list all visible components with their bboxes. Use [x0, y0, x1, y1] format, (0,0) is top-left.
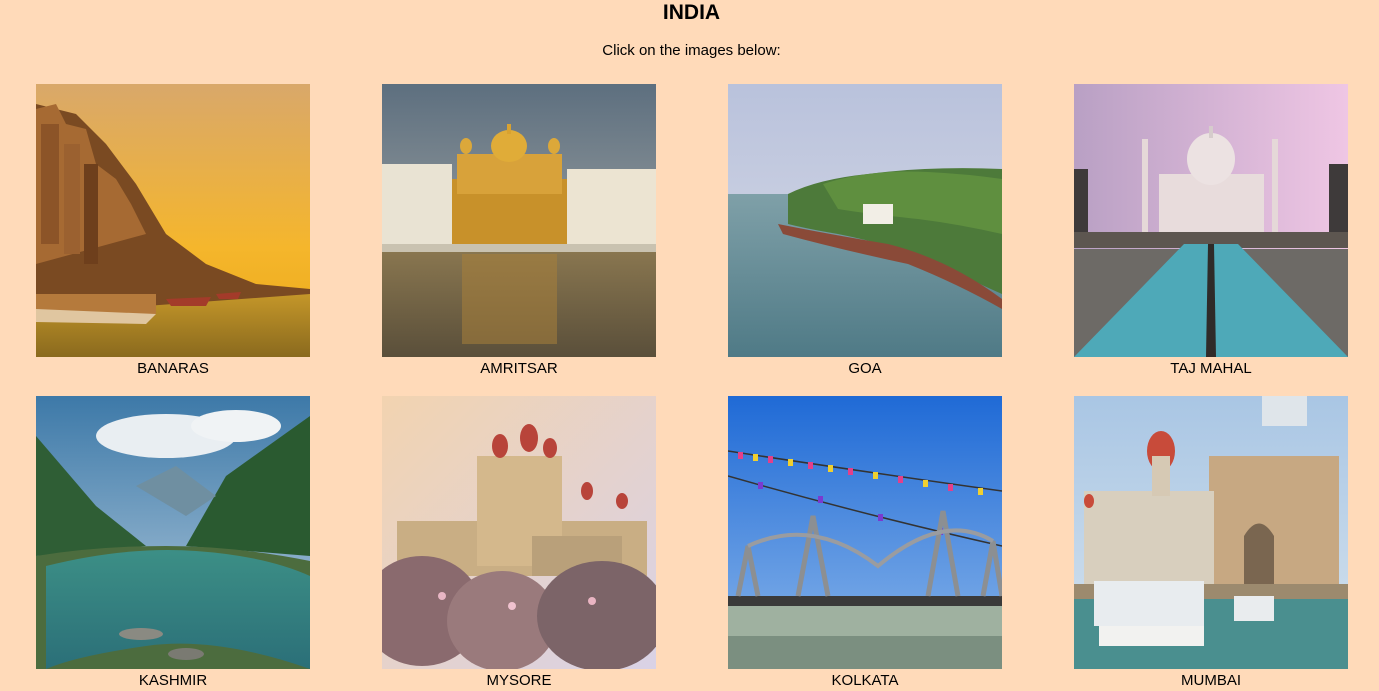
kashmir-photo[interactable] — [36, 396, 310, 669]
instruction-text: Click on the images below: — [602, 42, 781, 59]
gallery-card-taj-mahal[interactable]: TAJ MAHAL — [1074, 84, 1348, 378]
gallery-card-amritsar[interactable]: AMRITSAR — [382, 84, 656, 378]
gallery-card-mysore[interactable]: MYSORE — [382, 396, 656, 690]
kolkata-photo[interactable] — [728, 396, 1002, 669]
kashmir-caption[interactable]: KASHMIR — [36, 672, 310, 690]
banaras-caption[interactable]: BANARAS — [36, 360, 310, 378]
kolkata-caption[interactable]: KOLKATA — [728, 672, 1002, 690]
mysore-caption[interactable]: MYSORE — [382, 672, 656, 690]
goa-photo[interactable] — [728, 84, 1002, 357]
goa-caption[interactable]: GOA — [728, 360, 1002, 378]
gallery-card-goa[interactable]: GOA — [728, 84, 1002, 378]
amritsar-photo[interactable] — [382, 84, 656, 357]
gallery-card-kashmir[interactable]: KASHMIR — [36, 396, 310, 690]
gallery-card-banaras[interactable]: BANARAS — [36, 84, 310, 378]
taj-mahal-photo[interactable] — [1074, 84, 1348, 357]
taj-mahal-caption[interactable]: TAJ MAHAL — [1074, 360, 1348, 378]
mumbai-photo[interactable] — [1074, 396, 1348, 669]
mysore-photo[interactable] — [382, 396, 656, 669]
page-title: INDIA — [662, 1, 721, 24]
gallery-card-mumbai[interactable]: MUMBAI — [1074, 396, 1348, 690]
amritsar-caption[interactable]: AMRITSAR — [382, 360, 656, 378]
mumbai-caption[interactable]: MUMBAI — [1074, 672, 1348, 690]
gallery-card-kolkata[interactable]: KOLKATA — [728, 396, 1002, 690]
banaras-photo[interactable] — [36, 84, 310, 357]
